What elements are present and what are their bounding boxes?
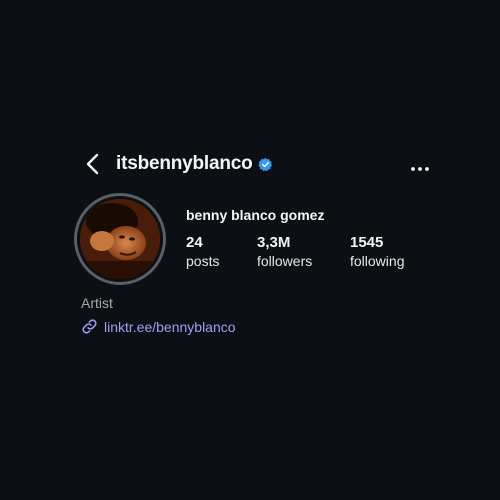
profile-header <box>0 0 500 40</box>
following-stat[interactable]: 1545 following <box>350 234 404 270</box>
username-row: itsbennyblanco <box>116 153 273 175</box>
followers-label: followers <box>257 253 313 269</box>
posts-label: posts <box>186 253 220 269</box>
posts-stat[interactable]: 24 posts <box>186 234 219 270</box>
followers-count: 3,3M <box>257 234 291 251</box>
back-button[interactable] <box>84 152 102 176</box>
bio-link-text: linktr.ee/bennyblanco <box>104 318 236 335</box>
more-options-button[interactable] <box>410 160 430 171</box>
more-horizontal-icon <box>411 167 429 171</box>
avatar <box>80 199 160 279</box>
profile-category: Artist <box>81 295 113 311</box>
profile-username: itsbennyblanco <box>116 153 253 174</box>
display-name: benny blanco gomez <box>186 207 325 223</box>
posts-count: 24 <box>186 234 203 251</box>
verified-badge-icon <box>257 157 272 171</box>
link-icon <box>82 319 97 334</box>
avatar-image <box>80 199 160 279</box>
following-count: 1545 <box>350 234 384 251</box>
bio-link[interactable]: linktr.ee/bennyblanco <box>81 318 236 335</box>
following-label: following <box>350 253 405 269</box>
followers-stat[interactable]: 3,3M followers <box>257 234 312 270</box>
avatar-ring[interactable] <box>74 193 166 285</box>
chevron-left-icon <box>86 153 99 175</box>
